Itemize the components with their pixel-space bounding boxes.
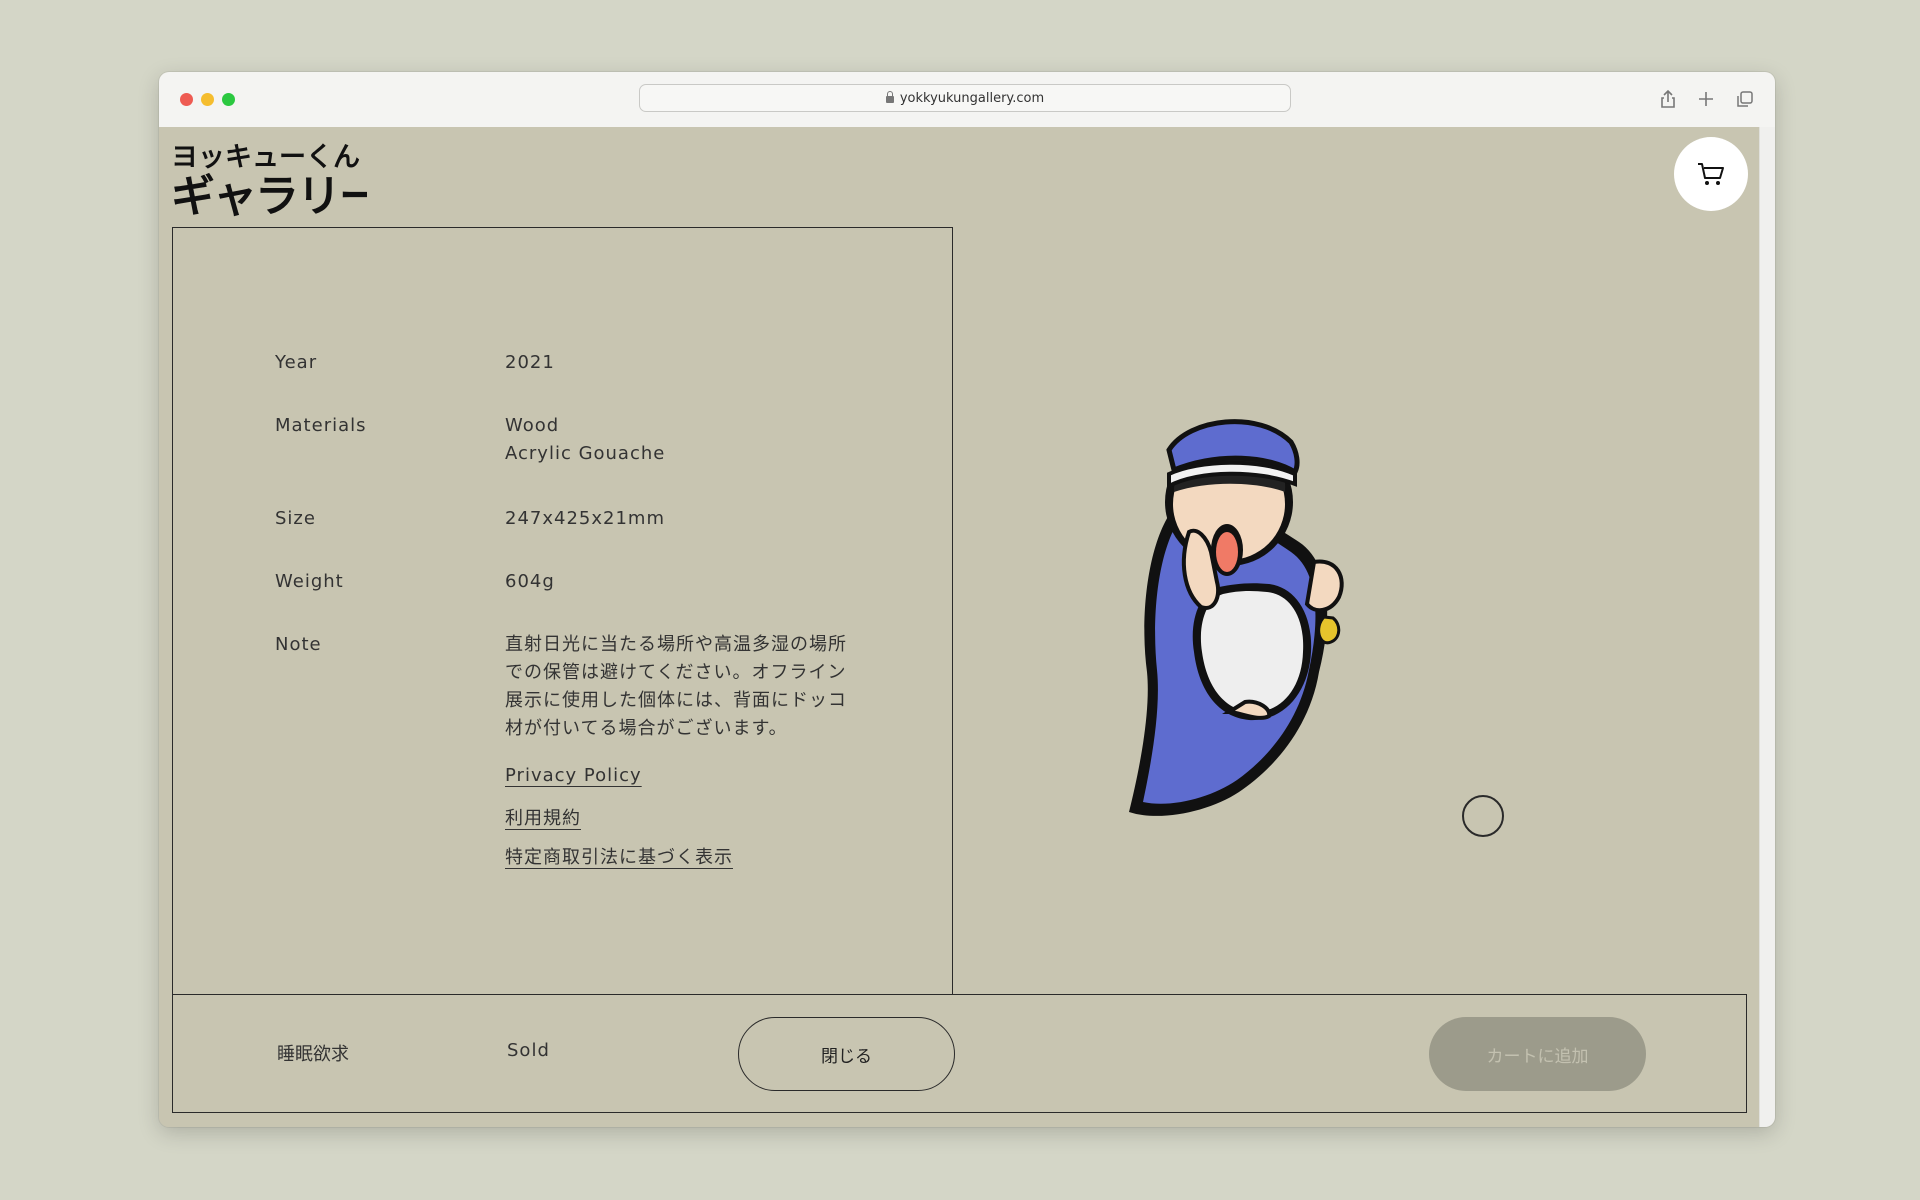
spec-materials-label: Materials	[275, 415, 367, 436]
address-bar-url: yokkyukungallery.com	[899, 90, 1045, 106]
cursor-indicator	[1462, 795, 1504, 837]
tabs-overview-icon[interactable]	[1734, 88, 1756, 110]
spec-size-label: Size	[275, 508, 316, 529]
spec-note-value: 直射日光に当たる場所や高温多湿の場所での保管は避けてください。オフライン展示に使…	[505, 634, 847, 739]
sale-status: Sold	[507, 1040, 550, 1061]
spec-weight-label: Weight	[275, 571, 344, 592]
address-bar[interactable]: yokkyukungallery.com	[639, 84, 1291, 112]
zoom-window-button[interactable]	[222, 93, 235, 106]
logo-line-1: ヨッキューくん	[171, 142, 360, 173]
artwork-title: 睡眠欲求	[277, 1044, 349, 1065]
terms-link[interactable]: 利用規約	[505, 804, 581, 830]
logo-line-2: ギャラリー	[171, 171, 367, 217]
close-button[interactable]: 閉じる	[738, 1017, 955, 1091]
artwork-image	[1129, 419, 1344, 816]
share-icon[interactable]	[1657, 88, 1679, 110]
privacy-policy-link[interactable]: Privacy Policy	[505, 765, 642, 786]
add-to-cart-button[interactable]: カートに追加	[1429, 1017, 1646, 1091]
plus-icon[interactable]	[1695, 88, 1717, 110]
page-content: ヨッキューくん ヨッキューくん ギャラリー Year 2021 Material…	[159, 127, 1760, 1127]
spec-weight-value: 604g	[505, 571, 555, 592]
cart-icon	[1698, 163, 1724, 185]
spec-year-value: 2021	[505, 352, 555, 373]
cart-button[interactable]	[1674, 137, 1748, 211]
spec-size-value: 247x425x21mm	[505, 508, 665, 529]
minimize-window-button[interactable]	[201, 93, 214, 106]
spec-materials-value-1: Wood	[505, 415, 560, 436]
commerce-law-link[interactable]: 特定商取引法に基づく表示	[505, 843, 733, 869]
lock-icon	[885, 90, 894, 103]
close-window-button[interactable]	[180, 93, 193, 106]
artwork-info-panel: Year 2021 Materials Wood Acrylic Gouache…	[172, 227, 953, 994]
spec-materials-value-2: Acrylic Gouache	[505, 443, 666, 464]
browser-titlebar: yokkyukungallery.com	[159, 72, 1775, 128]
purchase-bar: 睡眠欲求 Sold 閉じる カートに追加	[172, 994, 1747, 1113]
spec-year-label: Year	[275, 352, 318, 373]
page-scrollbar[interactable]	[1759, 127, 1775, 1127]
site-logo[interactable]: ヨッキューくん ヨッキューくん ギャラリー	[171, 139, 367, 217]
browser-window: yokkyukungallery.com ヨッキューくん ヨッキューくん ギャラ…	[159, 72, 1775, 1127]
spec-note-label: Note	[275, 634, 322, 655]
